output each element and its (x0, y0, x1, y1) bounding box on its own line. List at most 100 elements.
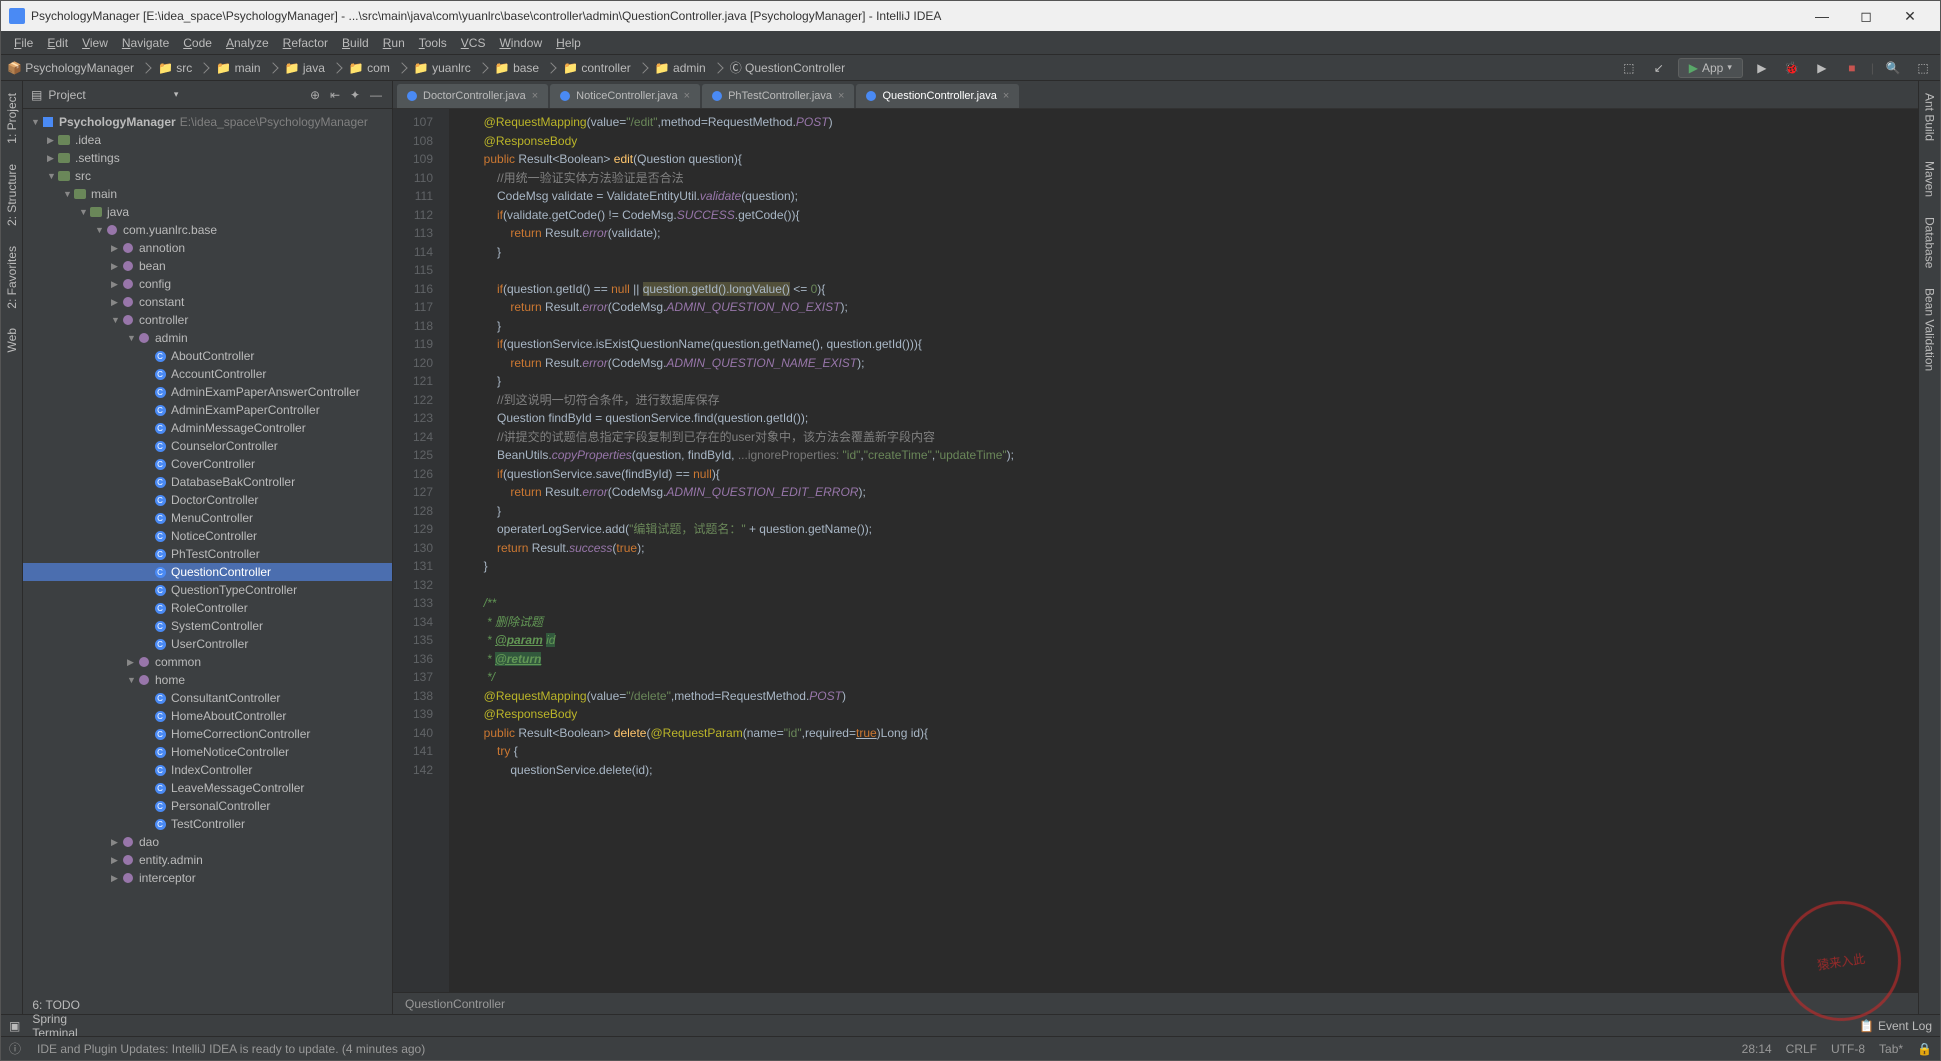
menu-edit[interactable]: Edit (40, 36, 75, 50)
tree-item-com-yuanlrc-base[interactable]: ▼com.yuanlrc.base (23, 221, 392, 239)
project-structure-icon[interactable]: ⬚ (1912, 57, 1934, 79)
tree-item--settings[interactable]: ▶.settings (23, 149, 392, 167)
event-log-button[interactable]: 📋 Event Log (1859, 1019, 1932, 1033)
menu-analyze[interactable]: Analyze (219, 36, 276, 50)
tree-item-aboutcontroller[interactable]: CAboutController (23, 347, 392, 365)
tree-item-adminexampaperanswercontroller[interactable]: CAdminExamPaperAnswerController (23, 383, 392, 401)
tree-item-accountcontroller[interactable]: CAccountController (23, 365, 392, 383)
tree-item-java[interactable]: ▼java (23, 203, 392, 221)
tree-item-homeaboutcontroller[interactable]: CHomeAboutController (23, 707, 392, 725)
run-button[interactable]: ▶ (1751, 57, 1773, 79)
status-crlf[interactable]: CRLF (1786, 1042, 1817, 1056)
tree-item-home[interactable]: ▼home (23, 671, 392, 689)
menu-window[interactable]: Window (492, 36, 549, 50)
tree-item-config[interactable]: ▶config (23, 275, 392, 293)
coverage-icon[interactable]: ▶ (1811, 57, 1833, 79)
tree-item-entity-admin[interactable]: ▶entity.admin (23, 851, 392, 869)
tree-item-covercontroller[interactable]: CCoverController (23, 455, 392, 473)
tree-item-adminexampapercontroller[interactable]: CAdminExamPaperController (23, 401, 392, 419)
tree-item-counselorcontroller[interactable]: CCounselorController (23, 437, 392, 455)
menu-file[interactable]: File (7, 36, 40, 50)
sidebar-toggle-icon[interactable]: ▤ (31, 88, 42, 102)
editor[interactable]: 1071081091101111121131141151161171181191… (393, 109, 1918, 992)
tree-item-constant[interactable]: ▶constant (23, 293, 392, 311)
editor-breadcrumb[interactable]: QuestionController (393, 992, 1918, 1014)
lock-icon[interactable]: 🔒 (1917, 1042, 1932, 1056)
tree-item-rolecontroller[interactable]: CRoleController (23, 599, 392, 617)
gear-icon[interactable]: ✦ (350, 88, 364, 102)
crumb-main[interactable]: 📁 main (216, 61, 260, 75)
menu-navigate[interactable]: Navigate (115, 36, 176, 50)
crumb-questioncontroller[interactable]: Ⓒ QuestionController (730, 59, 845, 76)
crumb-src[interactable]: 📁 src (158, 61, 192, 75)
left-tab-web[interactable]: Web (3, 324, 21, 356)
crumb-psychologymanager[interactable]: 📦 PsychologyManager (7, 61, 134, 75)
right-tab-maven[interactable]: Maven (1921, 157, 1939, 201)
tree-item-usercontroller[interactable]: CUserController (23, 635, 392, 653)
maximize-button[interactable]: ◻ (1844, 2, 1888, 30)
left-tab-1--project[interactable]: 1: Project (3, 89, 21, 148)
project-tree[interactable]: ▼PsychologyManagerE:\idea_space\Psycholo… (23, 109, 392, 1014)
tree-item-controller[interactable]: ▼controller (23, 311, 392, 329)
tree-item-questiontypecontroller[interactable]: CQuestionTypeController (23, 581, 392, 599)
tree-item-noticecontroller[interactable]: CNoticeController (23, 527, 392, 545)
tree-root[interactable]: ▼PsychologyManagerE:\idea_space\Psycholo… (23, 113, 392, 131)
tree-item-dao[interactable]: ▶dao (23, 833, 392, 851)
crumb-admin[interactable]: 📁 admin (655, 61, 706, 75)
menu-code[interactable]: Code (176, 36, 219, 50)
crumb-com[interactable]: 📁 com (349, 61, 390, 75)
menu-help[interactable]: Help (549, 36, 588, 50)
debug-button[interactable]: 🐞 (1781, 57, 1803, 79)
tree-item-common[interactable]: ▶common (23, 653, 392, 671)
bottom-tool-6--todo[interactable]: 6: TODO (32, 998, 115, 1012)
tree-item-doctorcontroller[interactable]: CDoctorController (23, 491, 392, 509)
info-icon[interactable]: ⓘ (9, 1040, 21, 1057)
right-tab-database[interactable]: Database (1921, 213, 1939, 272)
tree-item-src[interactable]: ▼src (23, 167, 392, 185)
tree-item-systemcontroller[interactable]: CSystemController (23, 617, 392, 635)
crumb-base[interactable]: 📁 base (495, 61, 539, 75)
tool-window-toggle[interactable]: ▣ (9, 1019, 20, 1033)
tree-item-phtestcontroller[interactable]: CPhTestController (23, 545, 392, 563)
tree-item-consultantcontroller[interactable]: CConsultantController (23, 689, 392, 707)
tree-item-main[interactable]: ▼main (23, 185, 392, 203)
tab-questioncontroller[interactable]: QuestionController.java× (856, 84, 1019, 108)
left-tab-2--favorites[interactable]: 2: Favorites (3, 242, 21, 313)
left-tab-2--structure[interactable]: 2: Structure (3, 160, 21, 230)
hide-icon[interactable]: — (370, 88, 384, 102)
menu-build[interactable]: Build (335, 36, 376, 50)
tree-item-admin[interactable]: ▼admin (23, 329, 392, 347)
tree-item-testcontroller[interactable]: CTestController (23, 815, 392, 833)
tab-doctorcontroller[interactable]: DoctorController.java× (397, 84, 548, 108)
collapse-icon[interactable]: ⇤ (330, 88, 344, 102)
sync-icon[interactable]: ↙ (1648, 57, 1670, 79)
right-tab-bean-validation[interactable]: Bean Validation (1921, 284, 1939, 375)
minimize-button[interactable]: — (1800, 2, 1844, 30)
search-icon[interactable]: 🔍 (1882, 57, 1904, 79)
tree-item-indexcontroller[interactable]: CIndexController (23, 761, 392, 779)
tab-phtestcontroller[interactable]: PhTestController.java× (702, 84, 854, 108)
code-content[interactable]: @RequestMapping(value="/edit",method=Req… (449, 109, 1918, 992)
status-2814[interactable]: 28:14 (1742, 1042, 1772, 1056)
status-utf-8[interactable]: UTF-8 (1831, 1042, 1865, 1056)
status-tab[interactable]: Tab* (1879, 1042, 1903, 1056)
menu-refactor[interactable]: Refactor (276, 36, 335, 50)
tree-item-bean[interactable]: ▶bean (23, 257, 392, 275)
stop-button[interactable]: ■ (1841, 57, 1863, 79)
menu-vcs[interactable]: VCS (454, 36, 493, 50)
menu-view[interactable]: View (75, 36, 115, 50)
crumb-java[interactable]: 📁 java (285, 61, 325, 75)
right-tab-ant-build[interactable]: Ant Build (1921, 89, 1939, 145)
tab-noticecontroller[interactable]: NoticeController.java× (550, 84, 700, 108)
tree-item-interceptor[interactable]: ▶interceptor (23, 869, 392, 887)
tree-item-personalcontroller[interactable]: CPersonalController (23, 797, 392, 815)
target-icon[interactable]: ⊕ (310, 88, 324, 102)
tree-item-questioncontroller[interactable]: CQuestionController (23, 563, 392, 581)
tree-item--idea[interactable]: ▶.idea (23, 131, 392, 149)
menu-run[interactable]: Run (376, 36, 412, 50)
tree-item-annotion[interactable]: ▶annotion (23, 239, 392, 257)
run-config-dropdown[interactable]: ▶App▾ (1678, 58, 1743, 78)
tree-item-leavemessagecontroller[interactable]: CLeaveMessageController (23, 779, 392, 797)
crumb-yuanlrc[interactable]: 📁 yuanlrc (414, 61, 471, 75)
menu-tools[interactable]: Tools (412, 36, 454, 50)
